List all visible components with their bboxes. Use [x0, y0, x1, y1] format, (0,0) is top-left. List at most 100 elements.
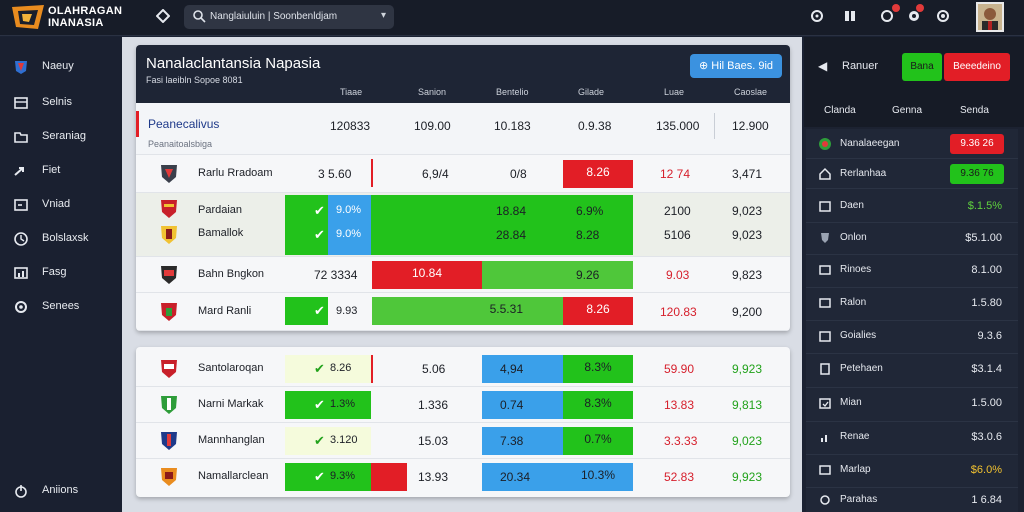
cell-value: 9.93 — [336, 305, 358, 317]
cell-value: 5106 — [664, 228, 691, 242]
sidebar-item-naeuy[interactable]: Naeuy — [0, 55, 122, 79]
check-icon: ✔ — [314, 303, 325, 318]
highlight-subtitle: Peanaitoalsbiga — [148, 139, 213, 149]
sidebar-item-senees[interactable]: Senees — [0, 295, 122, 319]
alert-badge — [916, 4, 924, 12]
green-toggle-button[interactable]: Bana — [902, 53, 942, 81]
highlight-value: 0.9.38 — [578, 119, 612, 133]
column-header: Clanda — [824, 105, 856, 116]
calendar-icon — [819, 201, 831, 212]
notification-badge — [892, 4, 900, 12]
team-crest-icon — [161, 165, 177, 183]
divider — [371, 159, 373, 187]
divider — [371, 355, 373, 383]
screen-icon — [819, 265, 831, 275]
red-toggle-button[interactable]: Beeedeino — [944, 53, 1010, 81]
check-icon: ✔ — [314, 469, 325, 484]
highlight-value: 12.900 — [732, 119, 769, 133]
sidebar-item-selnis[interactable]: Selnis — [0, 91, 122, 115]
cell-value: 3.120 — [330, 434, 358, 446]
highlight-value: 120833 — [330, 119, 371, 133]
list-item[interactable]: Goialies 9.3.6 — [806, 321, 1018, 354]
cell-value: 5.06 — [422, 362, 446, 376]
chat-icon[interactable] — [808, 9, 826, 27]
table-row[interactable]: Mannhanglan ✔ 3.120 15.03 7.38 0.7% 3.3.… — [136, 423, 790, 459]
table-row[interactable]: Mard Ranli ✔ 9.93 5.5.31 8.26 120.83 9,2… — [136, 293, 790, 331]
list-item[interactable]: Parahas 1 6.84 — [806, 488, 1018, 512]
header-action-button[interactable]: ⊕ Hil Baes. 9id — [690, 54, 782, 78]
list-item-value-red: 9.36 26 — [950, 134, 1004, 154]
main-content: Nanalaclantansia Napasia Fasi laeibln So… — [122, 37, 802, 512]
cell-value: 3.3.33 — [664, 434, 698, 448]
sidebar-item-seraniag[interactable]: Seraniag — [0, 125, 122, 149]
notification-icon[interactable] — [878, 9, 896, 27]
chevron-down-icon[interactable]: ▾ — [381, 10, 386, 21]
right-list: Nanalaeegan 9.36 26 Rerlanhaa 9.36 76 Da… — [806, 129, 1018, 512]
chart-icon — [821, 435, 827, 442]
list-item[interactable]: Mian 1.5.00 — [806, 388, 1018, 422]
highlight-value: 135.000 — [656, 119, 700, 133]
cell-value: 6.9% — [576, 204, 604, 218]
cell-value: 3,471 — [732, 167, 763, 181]
table-row[interactable]: Bahn Bngkon 72 3334 10.84 9.26 9.03 9,82… — [136, 257, 790, 293]
column-header: Bentelio — [496, 87, 529, 97]
list-item-label: Daen — [840, 200, 864, 211]
table-row-highlight[interactable]: Peanecalivus Peanaitoalsbiga 120833 109.… — [136, 103, 790, 155]
team-name: Santolaroqan — [198, 362, 264, 374]
table-row[interactable]: Pardaian Bamallok ✔ ✔ 9.0% 9.0% 18.84 28… — [136, 193, 790, 257]
cell-value: 9,023 — [732, 228, 763, 242]
search-icon — [193, 10, 206, 23]
cell-value: 72 3334 — [314, 268, 358, 282]
settings-icon[interactable] — [934, 9, 952, 27]
cell-value: 0.74 — [500, 398, 524, 412]
sidebar-item-fiet[interactable]: Fiet — [0, 159, 122, 183]
cell-value-blue: 10.3% — [563, 463, 633, 491]
table-row[interactable]: Narni Markak ✔ 1.3% 1.336 0.74 8.3% 13.8… — [136, 387, 790, 423]
list-item[interactable]: Ralon 1.5.80 — [806, 288, 1018, 321]
table-row[interactable]: Namallarclean ✔ 9.3% 13.93 20.34 10.3% 5… — [136, 459, 790, 495]
home-icon[interactable] — [154, 8, 172, 27]
check-icon: ✔ — [314, 433, 325, 448]
gear-icon — [820, 495, 830, 505]
list-item[interactable]: Rerlanhaa 9.36 76 — [806, 159, 1018, 189]
highlight-title: Peanecalivus — [148, 117, 220, 131]
list-item-value: 8.1.00 — [971, 264, 1002, 276]
brand-line-1: OLAHRAGAN — [48, 5, 123, 17]
highlight-red-block — [371, 463, 407, 491]
sidebar-item-bolslaxsk[interactable]: Bolslaxsk — [0, 227, 122, 251]
sidebar-item-fasg[interactable]: Fasg — [0, 261, 122, 285]
list-item[interactable]: Onlon $5.1.00 — [806, 223, 1018, 255]
back-arrow-icon[interactable]: ◀ — [818, 59, 827, 73]
column-header: Tiaae — [340, 87, 363, 97]
avatar[interactable] — [976, 2, 1004, 32]
screen-icon — [819, 465, 831, 475]
button-icon: ⊕ — [698, 60, 712, 72]
search-field[interactable]: Nanglaiuluin | Soonbenldjam ▾ — [184, 5, 394, 29]
brand-logo[interactable] — [8, 3, 48, 33]
list-item[interactable]: Rinoes 8.1.00 — [806, 255, 1018, 288]
list-item[interactable]: Marlap $6.0% — [806, 455, 1018, 488]
list-item[interactable]: Renae $3.0.6 — [806, 422, 1018, 455]
team-crest-icon — [161, 468, 177, 486]
list-item[interactable]: Nanalaeegan 9.36 26 — [806, 129, 1018, 159]
highlight-green-block — [285, 463, 371, 491]
sidebar-item-vniad[interactable]: Vniad — [0, 193, 122, 217]
cell-value: 20.34 — [500, 470, 531, 484]
search-input[interactable]: Nanglaiuluin | Soonbenldjam — [210, 11, 337, 22]
table-row[interactable]: Santolaroqan ✔ 8.26 5.06 4,94 8.3% 59.90… — [136, 351, 790, 387]
sidebar-footer-item[interactable]: Aniions — [0, 479, 122, 503]
highlight-green-block — [285, 391, 371, 419]
column-header: Genna — [892, 105, 923, 116]
list-item[interactable]: Petehaen $3.1.4 — [806, 354, 1018, 388]
table-row[interactable]: Rarlu Rradoam 3 5.60 6,9/4 0/8 8.26 12 7… — [136, 155, 790, 193]
list-item[interactable]: Daen $.1.5% — [806, 189, 1018, 223]
team-name: Bamallok — [198, 227, 244, 239]
team-crest-icon — [161, 360, 177, 378]
brand-name: OLAHRAGAN INANASIA — [48, 5, 122, 29]
chart-icon — [14, 267, 28, 279]
cell-value: 9.03 — [666, 268, 690, 282]
book-icon[interactable] — [841, 9, 859, 27]
cell-value: 9,823 — [732, 268, 763, 282]
cell-value-green: 0.7% — [563, 427, 633, 455]
cell-value: 9.0% — [336, 228, 362, 240]
